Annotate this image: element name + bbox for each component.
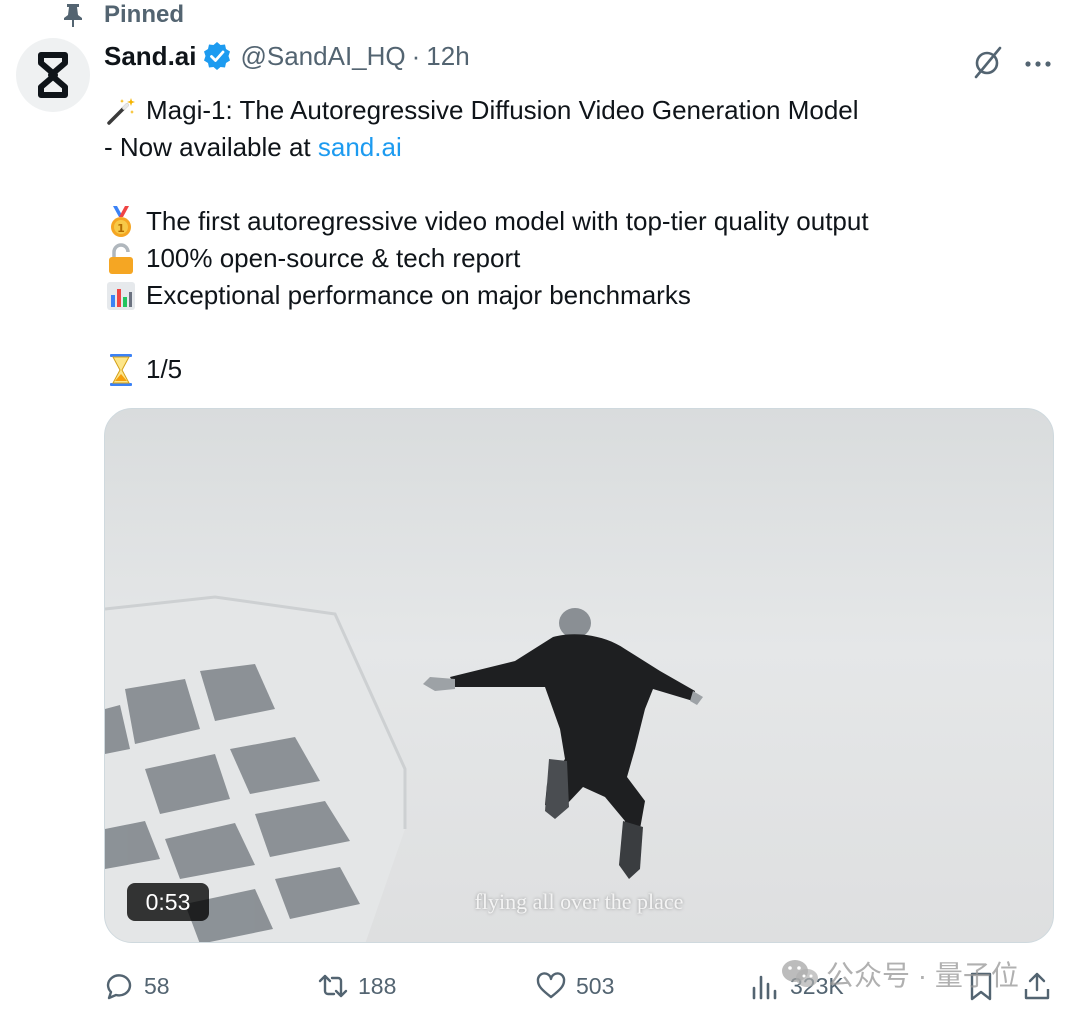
- tweet-text: Magi-1: The Autoregressive Diffusion Vid…: [104, 92, 1044, 388]
- tweet-line-title: Magi-1: The Autoregressive Diffusion Vid…: [104, 92, 1044, 129]
- tweet-bullet-3: Exceptional performance on major benchma…: [104, 277, 1044, 314]
- availability-text: - Now available at: [104, 132, 311, 162]
- thread-counter-text: 1/5: [146, 354, 183, 384]
- pinned-label: Pinned: [104, 1, 185, 28]
- like-button[interactable]: 503: [536, 966, 614, 1006]
- repost-icon: [318, 974, 348, 998]
- wechat-watermark: 公众号 · 量子位: [780, 954, 1019, 994]
- views-icon: [752, 975, 777, 1000]
- bar-chart-icon: [104, 279, 138, 313]
- svg-text:1: 1: [117, 222, 125, 235]
- author-handle[interactable]: @SandAI_HQ: [240, 41, 405, 72]
- reply-icon: [106, 974, 132, 1000]
- tweet-bullet-2: 100% open-source & tech report: [104, 240, 1044, 277]
- repost-button[interactable]: 188: [318, 966, 396, 1006]
- heart-icon: [536, 972, 566, 999]
- magic-wand-icon: [104, 94, 138, 128]
- timestamp[interactable]: 12h: [426, 41, 469, 72]
- tweet-line-availability: - Now available at sand.ai: [104, 129, 1044, 166]
- video-player[interactable]: 0:53 flying all over the place: [104, 408, 1054, 943]
- share-button[interactable]: [1022, 966, 1062, 1006]
- tweet-thread-counter: 1/5: [104, 351, 1044, 388]
- tweet-title-text: Magi-1: The Autoregressive Diffusion Vid…: [146, 95, 859, 125]
- video-caption: flying all over the place: [474, 889, 684, 914]
- bullet-1-text: The first autoregressive video model wit…: [146, 206, 869, 236]
- bullet-2-text: 100% open-source & tech report: [146, 243, 521, 273]
- reply-count: 58: [144, 972, 170, 999]
- reply-button[interactable]: 58: [104, 966, 170, 1006]
- sand-ai-link[interactable]: sand.ai: [318, 129, 402, 166]
- hourglass-icon: [104, 353, 138, 387]
- separator-dot: ·: [411, 40, 421, 71]
- wechat-icon: [782, 960, 818, 987]
- grok-icon[interactable]: [972, 44, 1004, 80]
- sand-ai-logo-icon: [38, 52, 68, 98]
- repost-count: 188: [358, 972, 397, 999]
- video-frame-image: [105, 595, 703, 942]
- bullet-3-text: Exceptional performance on major benchma…: [146, 280, 691, 310]
- avatar[interactable]: [16, 38, 90, 112]
- pinned-indicator: Pinned: [62, 0, 184, 30]
- pin-icon: [64, 4, 82, 27]
- like-count: 503: [576, 972, 615, 999]
- medal-icon: 1: [104, 205, 138, 239]
- watermark-text: 公众号 · 量子位: [826, 960, 1019, 991]
- more-options-icon[interactable]: [1020, 48, 1056, 78]
- author-name[interactable]: Sand.ai: [104, 41, 196, 72]
- unlocked-icon: [104, 242, 138, 276]
- tweet-header: Sand.ai @SandAI_HQ · 12h: [104, 38, 470, 74]
- verified-badge-icon: [204, 42, 231, 70]
- tweet-bullet-1: 1 The first autoregressive video model w…: [104, 203, 1044, 240]
- share-icon: [1024, 972, 1050, 1000]
